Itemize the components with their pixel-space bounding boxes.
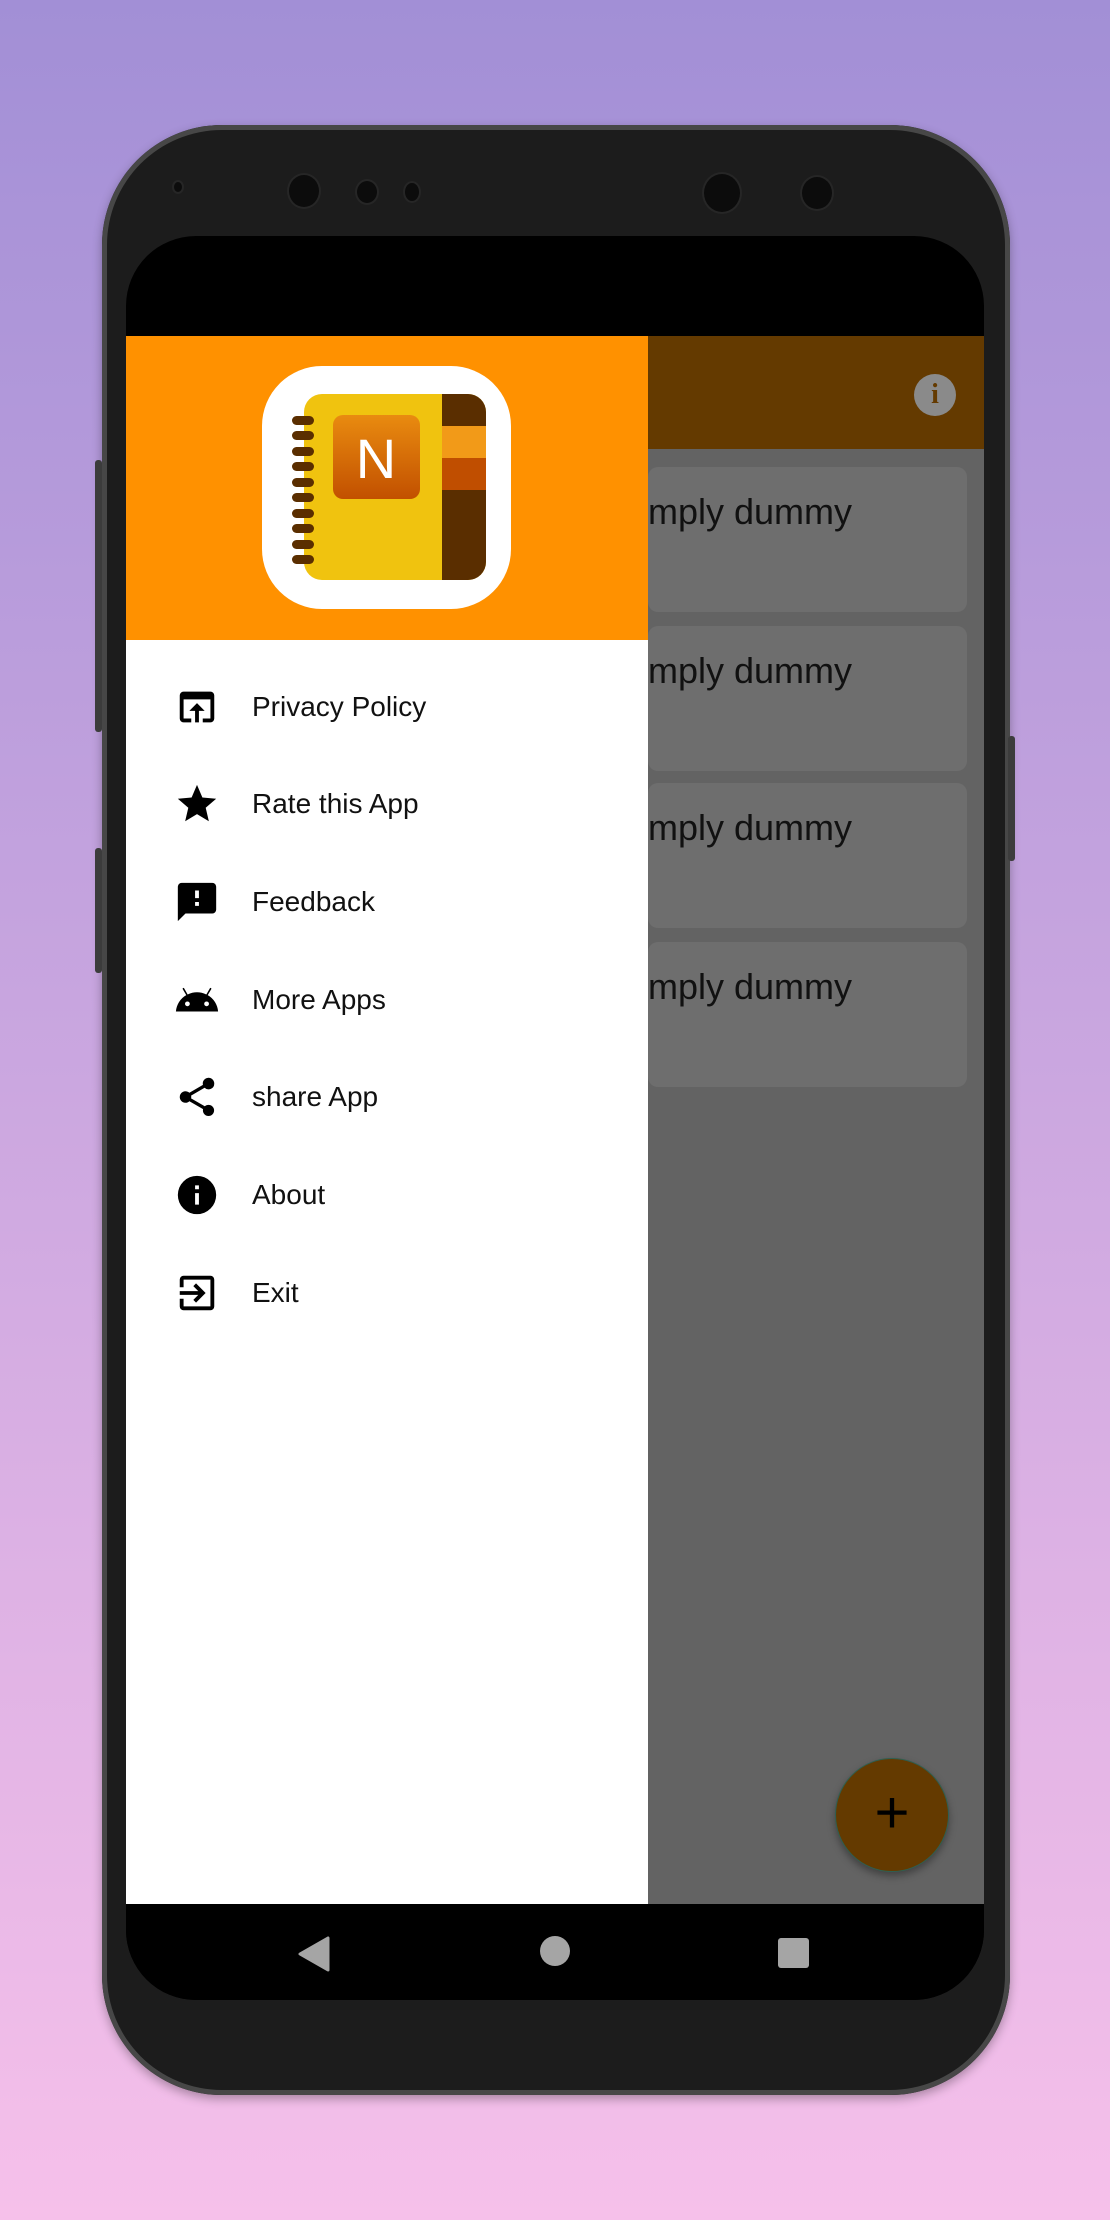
sensor [174, 182, 182, 192]
menu-item-rate-app[interactable]: Rate this App [126, 759, 648, 849]
menu-label: Rate this App [252, 788, 419, 819]
menu-item-more-apps[interactable]: More Apps [126, 955, 648, 1045]
info-icon[interactable]: i [914, 374, 956, 416]
menu-label: About [252, 1179, 326, 1210]
note-card[interactable]: mply dummy [648, 467, 967, 612]
menu-label: Feedback [252, 886, 375, 917]
back-icon[interactable] [298, 1936, 330, 1972]
menu-label: share App [252, 1081, 379, 1112]
menu-item-about[interactable]: About [126, 1150, 648, 1240]
front-camera [704, 174, 740, 212]
add-note-button[interactable]: + [835, 1758, 949, 1872]
menu-item-exit[interactable]: Exit [126, 1248, 648, 1338]
sensor [357, 181, 377, 203]
sensor [405, 183, 419, 201]
menu-label: Exit [252, 1277, 299, 1308]
navigation-drawer: N Privacy Policy Rate this App Feedback … [126, 336, 648, 1904]
note-text: mply dummy [648, 807, 853, 848]
android-icon [175, 987, 219, 1012]
sensor [802, 177, 832, 209]
share-icon [179, 1077, 215, 1117]
screen: i mply dummy mply dummy mply dummy mply … [126, 236, 984, 2000]
recents-icon[interactable] [778, 1938, 809, 1968]
system-nav-bar [126, 1904, 984, 2000]
menu-item-privacy-policy[interactable]: Privacy Policy [126, 662, 648, 752]
note-text: mply dummy [648, 650, 853, 691]
drawer-header: N [126, 336, 648, 640]
note-card[interactable]: mply dummy [648, 783, 967, 928]
menu-item-share-app[interactable]: share App [126, 1052, 648, 1142]
info-icon [177, 1175, 217, 1215]
side-button [95, 848, 102, 973]
note-text: mply dummy [648, 491, 853, 532]
open-in-browser-icon [179, 691, 215, 723]
menu-label: Privacy Policy [252, 691, 427, 722]
power-button [1008, 736, 1015, 861]
svg-text:N: N [356, 427, 396, 490]
menu-item-feedback[interactable]: Feedback [126, 857, 648, 947]
menu-label: More Apps [252, 984, 386, 1015]
exit-icon [179, 1275, 215, 1311]
volume-button [95, 460, 102, 732]
note-card[interactable]: mply dummy [648, 942, 967, 1087]
home-icon[interactable] [540, 1936, 570, 1966]
star-icon [177, 784, 217, 822]
feedback-icon [177, 882, 217, 922]
front-camera [289, 175, 319, 207]
app-logo: N [262, 366, 511, 609]
note-text: mply dummy [648, 966, 853, 1007]
note-card[interactable]: mply dummy [648, 626, 967, 771]
